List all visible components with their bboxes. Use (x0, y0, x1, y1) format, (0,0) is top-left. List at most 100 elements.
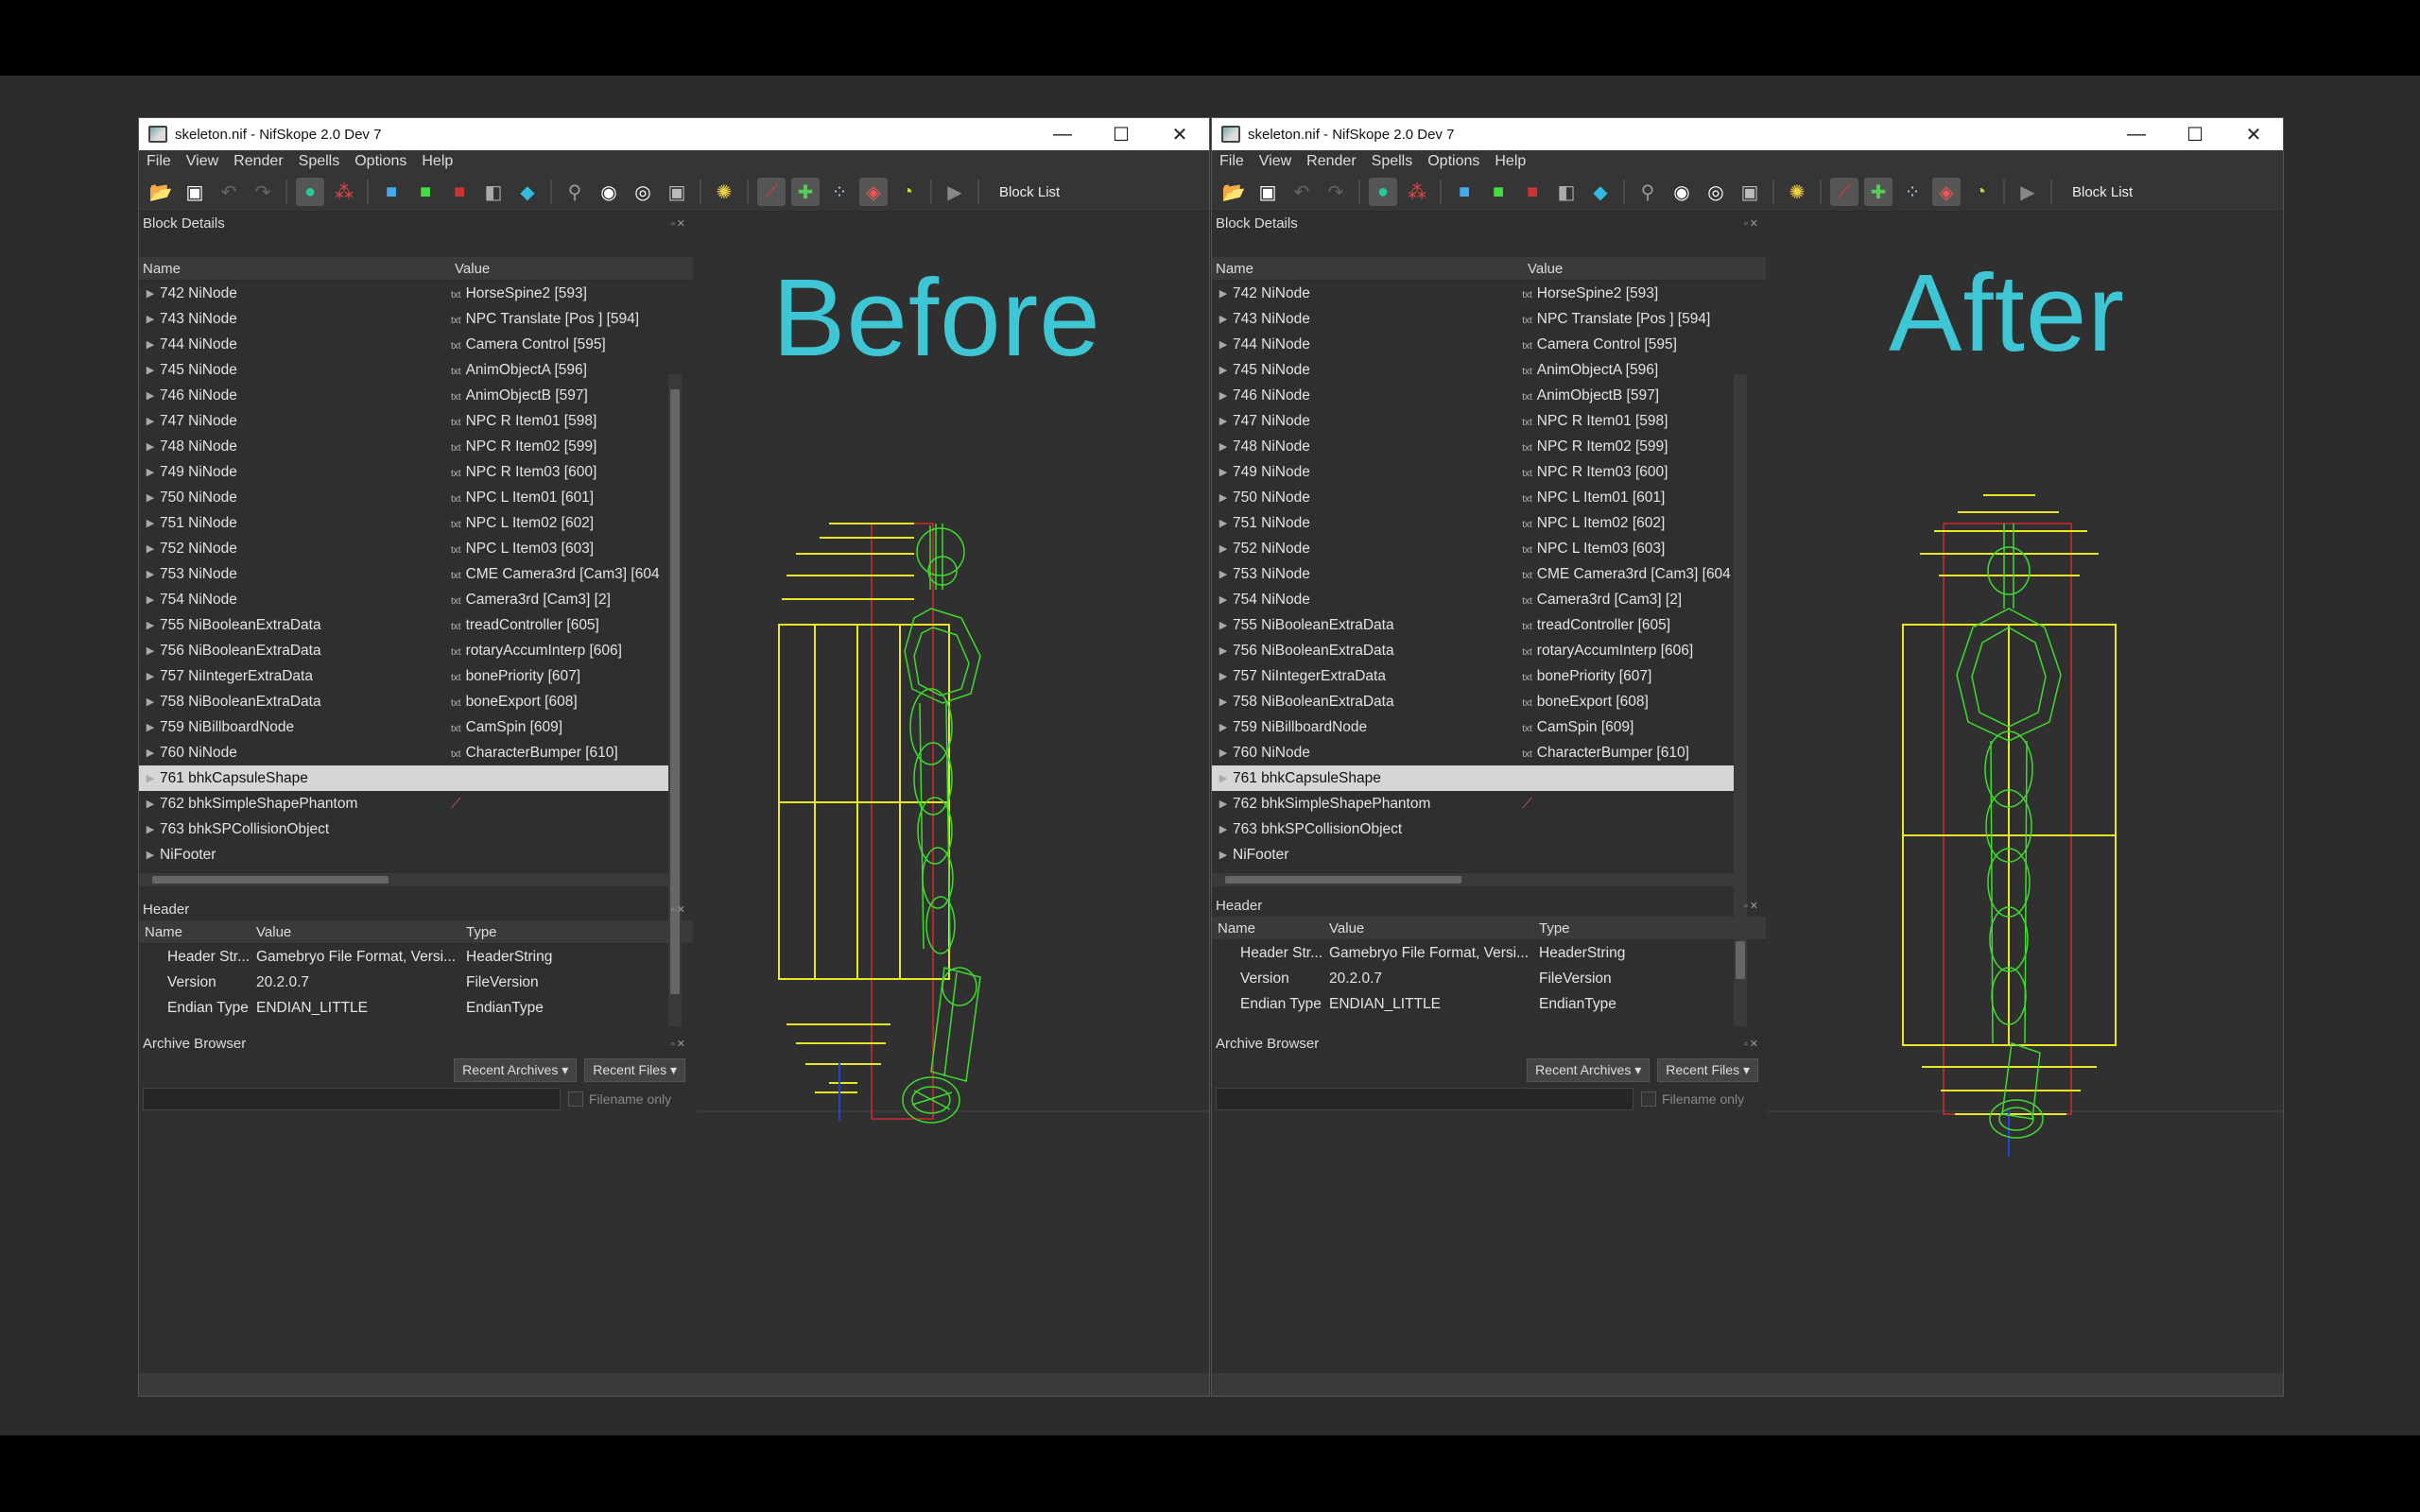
render-viewport[interactable]: Before (697, 212, 1209, 1373)
block-row[interactable]: ▶ 757 NiIntegerExtraData txt bonePriority [… (1212, 663, 1734, 689)
col-type[interactable]: Type (1539, 920, 1570, 936)
block-row[interactable]: ▶ 754 NiNode txt Camera3rd [Cam3] [2] (1212, 587, 1734, 612)
expand-arrow-icon[interactable]: ▶ (141, 440, 160, 453)
header-row[interactable]: Header Str... Gamebryo File Format, Versi… (1212, 940, 1766, 966)
block-row[interactable]: ▶ 748 NiNode txt NPC R Item02 [599] (1212, 434, 1734, 459)
col-value[interactable]: Value (1329, 920, 1539, 936)
half-cube-icon[interactable]: ◧ (1552, 178, 1581, 206)
block-list-button[interactable]: Block List (2066, 184, 2138, 200)
menu-view[interactable]: View (1252, 153, 1299, 170)
block-row[interactable]: ▶ 759 NiBillboardNode txt CamSpin [609] (139, 714, 668, 740)
expand-arrow-icon[interactable]: ▶ (141, 644, 160, 657)
block-row[interactable]: ▶ 748 NiNode txt NPC R Item02 [599] (139, 434, 668, 459)
menu-help[interactable]: Help (1487, 153, 1533, 170)
expand-arrow-icon[interactable]: ▶ (141, 466, 160, 478)
block-row[interactable]: ▶ 757 NiIntegerExtraData txt bonePriority [… (139, 663, 668, 689)
expand-arrow-icon[interactable]: ▶ (1214, 313, 1233, 325)
rgb-cube-icon[interactable]: ◆ (1586, 178, 1615, 206)
cube-green-icon[interactable]: ■ (411, 178, 440, 206)
expand-arrow-icon[interactable]: ▶ (1214, 542, 1233, 555)
undo-icon[interactable]: ↶ (215, 178, 243, 206)
block-row[interactable]: ▶ 756 NiBooleanExtraData txt rotaryAccumInt… (139, 638, 668, 663)
expand-arrow-icon[interactable]: ▶ (1214, 440, 1233, 453)
play-icon[interactable]: ▶ (2014, 178, 2042, 206)
cube-blue-icon[interactable]: ■ (377, 178, 406, 206)
col-name[interactable]: Name (139, 924, 256, 940)
archive-filter-input[interactable] (143, 1088, 561, 1110)
expand-arrow-icon[interactable]: ▶ (141, 670, 160, 682)
menu-render[interactable]: Render (226, 153, 290, 170)
expand-arrow-icon[interactable]: ▶ (141, 491, 160, 504)
close-button[interactable]: ✕ (2224, 118, 2283, 150)
block-row[interactable]: ▶ 761 bhkCapsuleShape (1212, 765, 1734, 791)
header-row[interactable]: Endian Type ENDIAN_LITTLE EndianType (139, 995, 693, 1021)
axes-icon[interactable]: ✚ (791, 178, 820, 206)
block-row[interactable]: ▶ 753 NiNode txt CME Camera3rd [Cam3] [604 (139, 561, 668, 587)
block-row[interactable]: ▶ 746 NiNode txt AnimObjectB [597] (1212, 383, 1734, 408)
expand-arrow-icon[interactable]: ▶ (141, 696, 160, 708)
light-icon[interactable]: ✺ (1783, 178, 1811, 206)
header-row[interactable]: Version 20.2.0.7 FileVersion (139, 970, 693, 995)
half-cube-icon[interactable]: ◧ (479, 178, 508, 206)
block-row[interactable]: ▶ 749 NiNode txt NPC R Item03 [600] (1212, 459, 1734, 485)
maximize-button[interactable]: ☐ (1092, 118, 1150, 150)
block-tree-hscroll[interactable] (1212, 873, 1734, 886)
recent-archives-button[interactable]: Recent Archives ▾ (454, 1058, 578, 1082)
expand-arrow-icon[interactable]: ▶ (141, 772, 160, 784)
menu-spells[interactable]: Spells (291, 153, 348, 170)
menu-file[interactable]: File (139, 153, 179, 170)
maximize-button[interactable]: ☐ (2166, 118, 2224, 150)
expand-arrow-icon[interactable]: ▶ (1214, 823, 1233, 835)
expand-arrow-icon[interactable]: ▶ (1214, 798, 1233, 810)
block-row[interactable]: ▶ 758 NiBooleanExtraData txt boneExport [60… (139, 689, 668, 714)
expand-arrow-icon[interactable]: ▶ (1214, 721, 1233, 733)
block-row[interactable]: ▶ 742 NiNode txt HorseSpine2 [593] (139, 281, 668, 306)
block-row[interactable]: ▶ 762 bhkSimpleShapePhantom ⟋ (139, 791, 668, 816)
archive-filter-input[interactable] (1216, 1088, 1634, 1110)
expand-arrow-icon[interactable]: ▶ (141, 568, 160, 580)
camera-icon[interactable]: ▣ (663, 178, 691, 206)
node-tool-icon[interactable]: ⁂ (1403, 178, 1431, 206)
minimize-button[interactable]: — (2107, 118, 2166, 150)
expand-arrow-icon[interactable]: ▶ (1214, 389, 1233, 402)
col-name[interactable]: Name (139, 261, 455, 277)
expand-arrow-icon[interactable]: ▶ (141, 517, 160, 529)
block-row[interactable]: ▶ 744 NiNode txt Camera Control [595] (139, 332, 668, 357)
camera-icon[interactable]: ▣ (1736, 178, 1764, 206)
clock-icon[interactable]: ◔ (893, 178, 922, 206)
menu-help[interactable]: Help (414, 153, 460, 170)
menu-file[interactable]: File (1212, 153, 1252, 170)
dock-float-close-icon[interactable]: ▫✕ (671, 1038, 687, 1050)
select-tool-icon[interactable]: ● (296, 178, 324, 206)
menu-spells[interactable]: Spells (1364, 153, 1421, 170)
open-icon[interactable]: 📂 (147, 178, 175, 206)
block-row[interactable]: ▶ 743 NiNode txt NPC Translate [Pos ] [594] (1212, 306, 1734, 332)
expand-arrow-icon[interactable]: ▶ (141, 313, 160, 325)
block-row[interactable]: ▶ 750 NiNode txt NPC L Item01 [601] (1212, 485, 1734, 510)
recent-files-button[interactable]: Recent Files ▾ (584, 1058, 685, 1082)
block-row[interactable]: ▶ NiFooter (1212, 842, 1734, 868)
col-name[interactable]: Name (1212, 920, 1329, 936)
block-row[interactable]: ▶ 755 NiBooleanExtraData txt treadControlle… (1212, 612, 1734, 638)
expand-arrow-icon[interactable]: ▶ (1214, 491, 1233, 504)
col-value[interactable]: Value (455, 261, 490, 277)
expand-arrow-icon[interactable]: ▶ (141, 619, 160, 631)
recent-files-button[interactable]: Recent Files ▾ (1657, 1058, 1758, 1082)
block-tree-scrollbar[interactable] (1734, 374, 1747, 1026)
minimize-button[interactable]: — (1033, 118, 1092, 150)
play-icon[interactable]: ▶ (941, 178, 969, 206)
expand-arrow-icon[interactable]: ▶ (141, 721, 160, 733)
dock-float-close-icon[interactable]: ▫✕ (1744, 217, 1760, 230)
axes-icon[interactable]: ✚ (1864, 178, 1893, 206)
block-row[interactable]: ▶ 752 NiNode txt NPC L Item03 [603] (1212, 536, 1734, 561)
expand-arrow-icon[interactable]: ▶ (141, 287, 160, 300)
expand-arrow-icon[interactable]: ▶ (1214, 644, 1233, 657)
header-row[interactable]: Header Str... Gamebryo File Format, Versi… (139, 944, 693, 970)
block-row[interactable]: ▶ 742 NiNode txt HorseSpine2 [593] (1212, 281, 1734, 306)
open-icon[interactable]: 📂 (1219, 178, 1248, 206)
block-row[interactable]: ▶ 743 NiNode txt NPC Translate [Pos ] [594] (139, 306, 668, 332)
hscroll-thumb[interactable] (152, 876, 389, 884)
block-row[interactable]: ▶ 744 NiNode txt Camera Control [595] (1212, 332, 1734, 357)
block-row[interactable]: ▶ 749 NiNode txt NPC R Item03 [600] (139, 459, 668, 485)
select-tool-icon[interactable]: ● (1369, 178, 1397, 206)
